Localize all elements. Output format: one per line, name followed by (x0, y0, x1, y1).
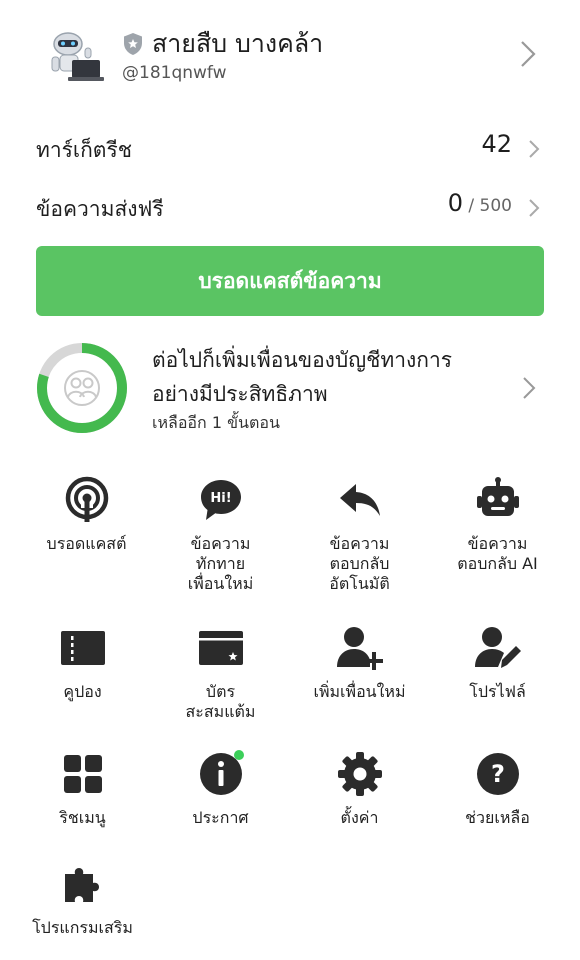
account-id: @181qnwfw (122, 63, 227, 83)
chevron-right-icon (521, 41, 536, 67)
settings-gear-icon (337, 752, 382, 796)
menu-item-announcement[interactable]: ประกาศ (148, 750, 293, 828)
profile-edit-icon (474, 627, 521, 668)
menu-item-label: คูปอง (63, 682, 102, 701)
menu-item-settings[interactable]: ตั้งค่า (287, 750, 432, 828)
menu-item-add-friends[interactable]: เพิ่มเพื่อนใหม่ (287, 624, 432, 702)
robot-icon (476, 477, 519, 516)
steps-title-line2: อย่างมีประสิทธิภาพ (152, 382, 328, 406)
menu-item-coupon[interactable]: คูปอง (10, 624, 155, 702)
free-messages-value: 0 / 500 (447, 189, 512, 217)
menu-item-reward-card[interactable]: บัตร สะสมแต้ม (148, 624, 293, 722)
menu-item-rich-menu[interactable]: ริชเมนู (10, 750, 155, 828)
progress-ring (37, 343, 127, 433)
broadcast-message-button[interactable]: บรอดแคสต์ข้อความ (36, 246, 544, 316)
account-name: สายสืบ บางคล้า (152, 29, 324, 58)
notification-dot (233, 750, 244, 760)
menu-item-label: บัตร สะสมแต้ม (185, 682, 256, 721)
coupon-icon (60, 631, 105, 665)
chevron-right-icon (529, 199, 540, 217)
menu-item-label: ข้อความ ตอบกลับ AI (457, 534, 538, 573)
menu-item-label: ริชเมนู (59, 808, 106, 827)
greeting-icon: Hi! (200, 480, 241, 520)
free-messages-quota: / 500 (463, 196, 512, 216)
menu-item-label: ตั้งค่า (340, 808, 379, 827)
svg-text:?: ? (491, 760, 505, 788)
target-reach-row[interactable]: ทาร์เก็ตรีช 42 (0, 128, 580, 168)
plugin-icon (64, 868, 99, 902)
announcement-icon (199, 750, 244, 795)
free-messages-label: ข้อความส่งฟรี (36, 197, 164, 221)
avatar (38, 24, 106, 88)
broadcast-icon (65, 476, 108, 522)
menu-item-label: โปรไฟล์ (469, 682, 526, 701)
menu-item-help[interactable]: ? ช่วยเหลือ (425, 750, 570, 828)
rich-menu-icon (63, 755, 102, 793)
menu-item-profile[interactable]: โปรไฟล์ (425, 624, 570, 702)
menu-item-label: บรอดแคสต์ (46, 534, 127, 553)
steps-title-line1: ต่อไปก็เพิ่มเพื่อนของบัญชีทางการ (152, 348, 453, 372)
svg-text:Hi!: Hi! (210, 491, 231, 506)
reply-icon (339, 484, 380, 516)
menu-item-greeting-message[interactable]: Hi! ข้อความ ทักทาย เพื่อนใหม่ (148, 476, 293, 594)
steps-remaining: เหลืออีก 1 ขั้นตอน (152, 413, 280, 432)
chevron-right-icon (529, 140, 540, 158)
friends-icon (64, 370, 100, 406)
menu-item-label: ข้อความ ทักทาย เพื่อนใหม่ (187, 534, 254, 593)
menu-item-label: เพิ่มเพื่อนใหม่ (313, 682, 406, 701)
menu-item-auto-reply[interactable]: ข้อความ ตอบกลับ อัตโนมัติ (287, 476, 432, 594)
menu-item-broadcast[interactable]: บรอดแคสต์ (14, 476, 159, 554)
menu-item-label: ช่วยเหลือ (465, 808, 530, 827)
menu-item-label: ประกาศ (192, 808, 249, 827)
shield-icon (124, 33, 142, 55)
reward-card-icon (198, 631, 243, 665)
target-reach-value: 42 (481, 130, 512, 158)
chevron-right-icon (523, 377, 536, 399)
add-friend-icon (336, 627, 383, 670)
menu-item-label: ข้อความ ตอบกลับ อัตโนมัติ (329, 534, 390, 593)
onboarding-steps-card[interactable]: ต่อไปก็เพิ่มเพื่อนของบัญชีทางการ อย่างมี… (0, 334, 580, 444)
account-header[interactable]: สายสืบ บางคล้า @181qnwfw (0, 0, 580, 110)
target-reach-label: ทาร์เก็ตรีช (36, 138, 132, 162)
menu-item-ai-reply[interactable]: ข้อความ ตอบกลับ AI (425, 476, 570, 574)
menu-item-add-ons[interactable]: โปรแกรมเสริม (10, 860, 155, 938)
menu-item-label: โปรแกรมเสริม (32, 918, 133, 937)
help-icon: ? (476, 753, 519, 795)
free-messages-row[interactable]: ข้อความส่งฟรี 0 / 500 (0, 187, 580, 227)
